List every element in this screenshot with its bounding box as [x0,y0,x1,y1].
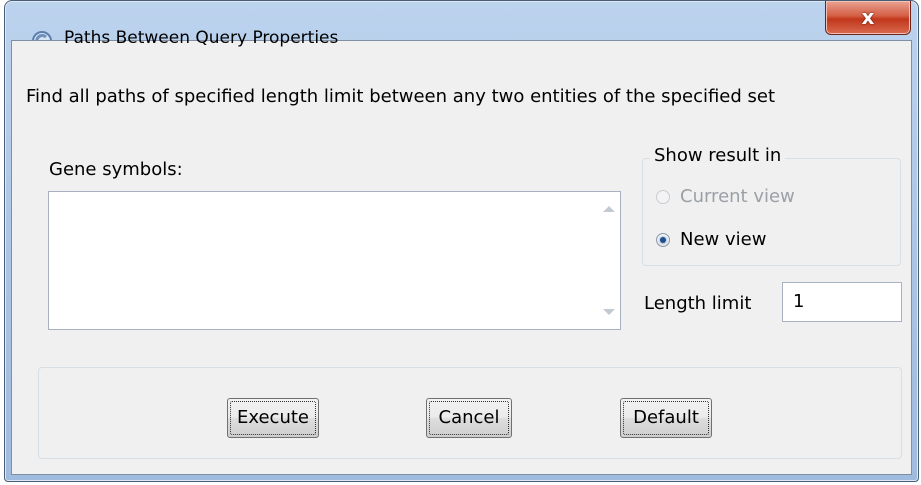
radio-new-view-label: New view [680,229,767,250]
radio-button-icon[interactable] [656,189,670,204]
cancel-button[interactable]: Cancel [426,398,512,438]
window-title: Paths Between Query Properties [64,28,339,48]
execute-button[interactable]: Execute [227,398,319,438]
textarea-scrollbar[interactable] [599,192,620,329]
radio-current-view[interactable]: Current view [656,186,795,207]
show-result-legend: Show result in [650,145,786,166]
length-limit-input[interactable]: 1 [782,282,902,322]
radio-current-view-label: Current view [680,186,795,207]
close-icon: x [861,5,875,29]
scroll-down-arrow-icon[interactable] [603,309,615,315]
radio-new-view[interactable]: New view [656,229,766,250]
gene-symbols-textarea[interactable] [48,191,621,330]
scroll-up-arrow-icon[interactable] [603,206,615,212]
default-button[interactable]: Default [620,398,712,438]
description-text: Find all paths of specified length limit… [26,86,776,107]
radio-button-checked-icon[interactable] [656,232,670,247]
close-button[interactable]: x [825,1,911,35]
gene-symbols-label: Gene symbols: [49,159,183,180]
length-limit-label: Length limit [644,293,752,314]
